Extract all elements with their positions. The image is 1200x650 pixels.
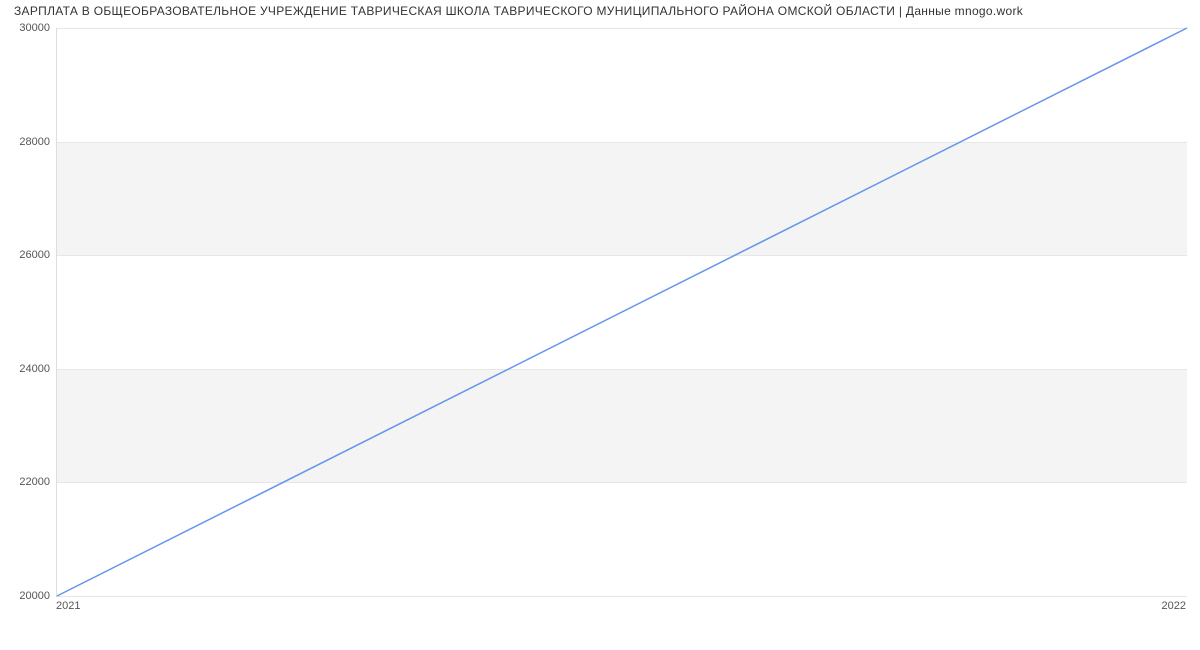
plot-area <box>56 28 1187 597</box>
x-tick-label: 2022 <box>1162 600 1186 612</box>
y-tick-label: 28000 <box>8 136 50 148</box>
chart-title: ЗАРПЛАТА В ОБЩЕОБРАЗОВАТЕЛЬНОЕ УЧРЕЖДЕНИ… <box>14 4 1023 18</box>
y-tick-label: 26000 <box>8 249 50 261</box>
y-tick-label: 30000 <box>8 22 50 34</box>
x-tick-label: 2021 <box>56 600 80 612</box>
y-tick-label: 20000 <box>8 590 50 602</box>
line-series <box>57 28 1187 596</box>
gridline <box>57 596 1187 597</box>
chart-container: ЗАРПЛАТА В ОБЩЕОБРАЗОВАТЕЛЬНОЕ УЧРЕЖДЕНИ… <box>0 0 1200 650</box>
y-tick-label: 22000 <box>8 476 50 488</box>
y-tick-label: 24000 <box>8 363 50 375</box>
